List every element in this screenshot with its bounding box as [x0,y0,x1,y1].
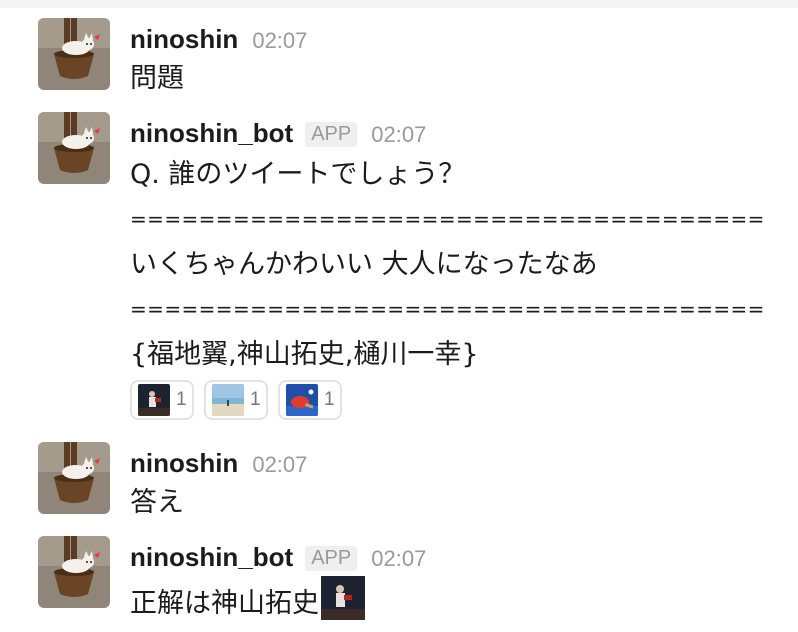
timestamp[interactable]: 02:07 [371,122,426,148]
timestamp[interactable]: 02:07 [252,28,307,54]
separator-line: ===================================== [130,297,765,321]
avatar[interactable] [38,112,110,184]
username[interactable]: ninoshin [130,24,238,55]
avatar[interactable] [38,18,110,90]
reaction-bar: 1 1 1 [130,380,342,420]
cat-basket-avatar-icon [38,442,110,514]
avatar[interactable] [38,442,110,514]
stage-photo-emoji [321,576,365,620]
username[interactable]: ninoshin_bot [130,542,293,573]
cat-basket-avatar-icon [38,536,110,608]
app-badge: APP [305,546,358,571]
separator-line: ===================================== [130,207,765,231]
beach-photo-emoji-icon [212,384,244,416]
message-line: {福地翼,神山拓史,樋川一幸} [130,339,479,370]
message-text: 問題 [130,63,184,94]
avatar[interactable] [38,536,110,608]
timestamp[interactable]: 02:07 [371,546,426,572]
message-text: 正解は神山拓史 [130,588,319,619]
username[interactable]: ninoshin [130,448,238,479]
message-line: 正解は神山拓史 [130,576,365,621]
cat-basket-avatar-icon [38,18,110,90]
cat-basket-avatar-icon [38,112,110,184]
reaction-count: 1 [250,389,261,410]
ping-pong-emoji-icon [286,384,318,416]
message-line: Q. 誰のツイートでしょう？ [130,159,466,190]
stage-photo-emoji-icon [138,384,170,416]
stage-photo-emoji-icon [321,576,365,620]
top-divider [0,0,798,8]
reaction-beach-photo[interactable]: 1 [204,380,268,420]
reaction-ping-pong[interactable]: 1 [278,380,342,420]
message-text: 答え [130,487,184,518]
reaction-stage-photo[interactable]: 1 [130,380,194,420]
reaction-count: 1 [176,389,187,410]
username[interactable]: ninoshin_bot [130,118,293,149]
app-badge: APP [305,122,358,147]
reaction-count: 1 [324,389,335,410]
timestamp[interactable]: 02:07 [252,452,307,478]
message-line: いくちゃんかわいい 大人になったなあ [130,249,598,280]
